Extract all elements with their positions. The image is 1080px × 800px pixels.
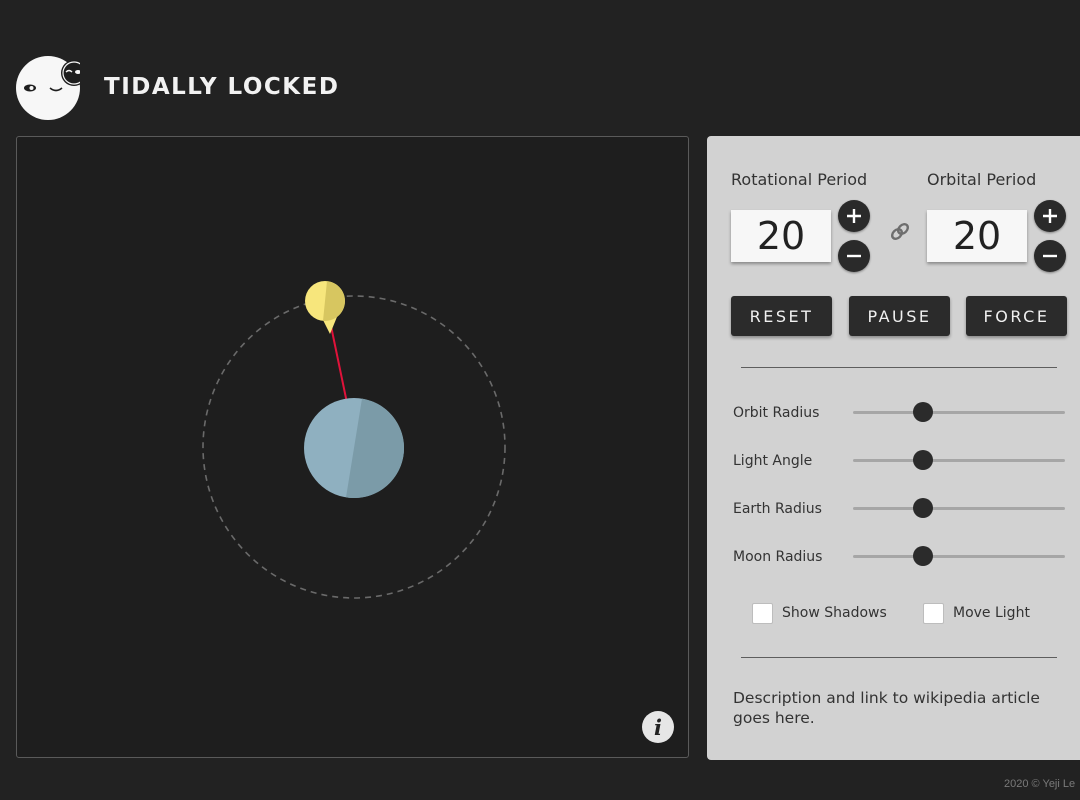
light-angle-thumb[interactable] bbox=[912, 450, 933, 470]
divider bbox=[741, 657, 1057, 658]
orbital-period-label: Orbital Period bbox=[927, 170, 1037, 189]
force-button[interactable]: FORCE bbox=[966, 296, 1067, 336]
rotational-period-input[interactable]: 20 bbox=[731, 210, 831, 262]
rotational-decrement-button[interactable] bbox=[838, 240, 870, 272]
earth-radius-thumb[interactable] bbox=[912, 498, 933, 518]
app-logo bbox=[16, 56, 80, 120]
move-light-checkbox[interactable] bbox=[923, 603, 944, 624]
tidal-tether bbox=[330, 325, 348, 404]
rotational-increment-button[interactable] bbox=[838, 200, 870, 232]
light-angle-slider[interactable] bbox=[853, 450, 1065, 470]
minus-icon bbox=[847, 254, 861, 258]
light-angle-label: Light Angle bbox=[733, 453, 813, 469]
moon[interactable] bbox=[305, 281, 345, 334]
page: TIDALLY LOCKED i Rotational Period Orbit… bbox=[0, 0, 1080, 800]
orbital-increment-button[interactable] bbox=[1034, 200, 1066, 232]
orbit-radius-thumb[interactable] bbox=[912, 402, 933, 422]
rotational-period-label: Rotational Period bbox=[731, 170, 868, 189]
minus-icon bbox=[1043, 254, 1057, 258]
orbit-diagram bbox=[202, 281, 506, 599]
info-button[interactable]: i bbox=[642, 711, 674, 743]
plus-icon bbox=[1043, 209, 1057, 223]
moon-radius-thumb[interactable] bbox=[912, 546, 933, 566]
app-title: TIDALLY LOCKED bbox=[104, 74, 340, 100]
earth[interactable] bbox=[304, 398, 405, 499]
plus-icon bbox=[847, 209, 861, 223]
description-text: Description and link to wikipedia articl… bbox=[733, 689, 1040, 727]
reset-button[interactable]: RESET bbox=[731, 296, 832, 336]
moon-radius-label: Moon Radius bbox=[733, 549, 823, 565]
moon-radius-slider[interactable] bbox=[853, 546, 1065, 566]
orbit-radius-label: Orbit Radius bbox=[733, 405, 820, 421]
info-icon: i bbox=[654, 714, 662, 740]
orbital-period-input[interactable]: 20 bbox=[927, 210, 1027, 262]
move-light-label[interactable]: Move Light bbox=[953, 605, 1030, 621]
earth-radius-slider[interactable] bbox=[853, 498, 1065, 518]
show-shadows-label[interactable]: Show Shadows bbox=[782, 605, 887, 621]
orbital-decrement-button[interactable] bbox=[1034, 240, 1066, 272]
controls-panel: Rotational Period Orbital Period 20 20 R… bbox=[707, 136, 1080, 760]
pause-button[interactable]: PAUSE bbox=[849, 296, 950, 336]
orbit-radius-slider[interactable] bbox=[853, 402, 1065, 422]
simulation-canvas[interactable]: i bbox=[16, 136, 689, 758]
footer-copyright: 2020 © Yeji Le bbox=[1004, 778, 1076, 790]
chain-link-icon[interactable] bbox=[889, 221, 911, 243]
show-shadows-checkbox[interactable] bbox=[752, 603, 773, 624]
earth-radius-label: Earth Radius bbox=[733, 501, 822, 517]
divider bbox=[741, 367, 1057, 368]
